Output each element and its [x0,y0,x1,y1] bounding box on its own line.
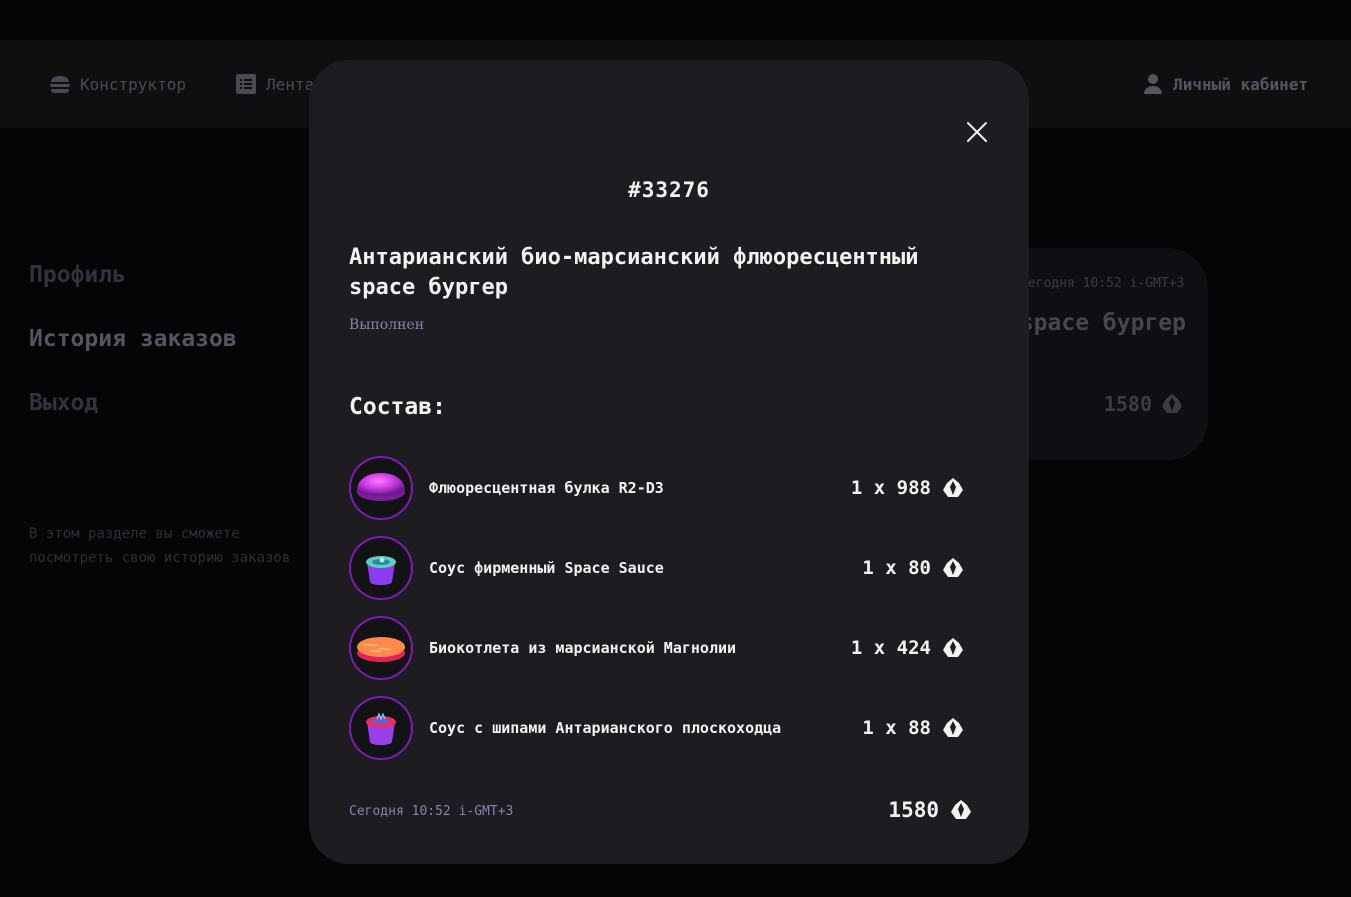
profile-link[interactable]: Профиль [29,262,237,326]
close-button[interactable] [965,120,989,144]
ingredient-name: Биокотлета из марсианской Магнолии [429,639,737,657]
nav-constructor-label: Конструктор [80,74,186,94]
close-icon [967,122,987,142]
currency-icon [951,800,971,819]
ingredient-name: Флюоресцентная булка R2-D3 [429,479,664,497]
orders-history-link[interactable]: История заказов [29,326,237,390]
spiked-sauce-icon [349,696,413,760]
ingredient-row: Соус фирменный Space Sauce 1 x 80 [349,528,965,608]
order-card-price: 1580 [1104,392,1184,416]
profile-side-menu: Профиль История заказов Выход [29,262,237,454]
profile-icon [1144,74,1163,94]
ingredient-price: 1 x 988 [851,476,965,500]
order-number: #33276 [628,178,710,202]
currency-icon [943,478,963,497]
magnolia-patty-icon [349,616,413,680]
nav-constructor[interactable]: Конструктор [48,40,186,128]
ingredient-name: Соус фирменный Space Sauce [429,559,664,577]
nav-account[interactable]: Личный кабинет [1141,40,1308,128]
order-total: 1580 [888,798,973,822]
ingredient-quantity-price: 1 x 80 [862,557,931,579]
order-time: Сегодня 10:52 i-GMT+3 [349,804,514,819]
order-status: Выполнен [349,317,425,333]
order-card-time: Сегодня 10:52 i-GMT+3 [1020,276,1185,291]
ingredients-list: Флюоресцентная булка R2-D3 1 x 988 Соус … [349,448,965,768]
list-icon [236,74,256,94]
currency-icon [943,558,963,577]
ingredient-row: Флюоресцентная булка R2-D3 1 x 988 [349,448,965,528]
ingredient-price: 1 x 424 [851,636,965,660]
space-sauce-icon [349,536,413,600]
profile-section-note: В этом разделе вы сможете посмотреть сво… [29,526,291,566]
ingredient-price: 1 x 88 [862,716,965,740]
fluorescent-bun-icon [349,456,413,520]
order-details-modal: #33276 Антарианский био-марсианский флюо… [309,60,1029,864]
ingredient-quantity-price: 1 x 424 [850,637,931,659]
ingredient-row: Биокотлета из марсианской Магнолии 1 x 4… [349,608,965,688]
currency-icon [943,638,963,657]
ingredient-quantity-price: 1 x 88 [862,717,931,739]
order-total-value: 1580 [888,798,939,822]
ingredient-row: Соус с шипами Антарианского плоскоходца … [349,688,965,768]
currency-icon [1162,394,1182,413]
currency-icon [943,718,963,737]
composition-title: Состав: [349,394,446,420]
nav-account-label: Личный кабинет [1173,74,1308,94]
order-card-price-value: 1580 [1103,392,1152,416]
ingredient-name: Соус с шипами Антарианского плоскоходца [429,719,782,737]
ingredient-quantity-price: 1 x 988 [850,477,931,499]
ingredient-price: 1 x 80 [862,556,965,580]
nav-feed[interactable]: Лента [234,40,314,128]
burger-icon [50,76,70,93]
logout-link[interactable]: Выход [29,390,237,454]
nav-feed-label: Лента [266,74,315,94]
burger-name: Антарианский био-марсианский флюоресцент… [349,245,919,300]
